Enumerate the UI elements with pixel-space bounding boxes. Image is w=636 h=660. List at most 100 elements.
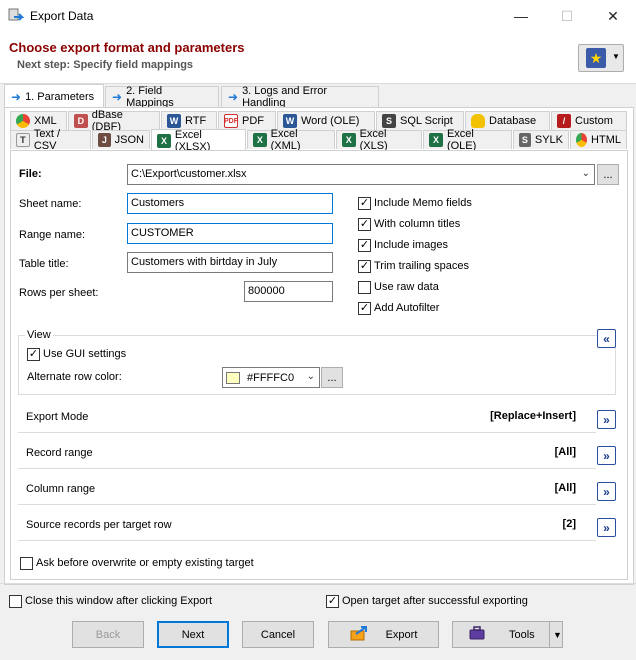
tab-rtf[interactable]: W RTF	[161, 111, 217, 130]
tab-excel-ole[interactable]: X Excel (OLE)	[423, 128, 512, 152]
split-divider	[549, 622, 550, 647]
tab-parameters[interactable]: ➜ 1. Parameters	[4, 84, 104, 108]
color-swatch	[226, 371, 240, 384]
double-chevron-right-icon: »	[603, 520, 610, 535]
browse-file-button[interactable]: ...	[597, 164, 619, 185]
favorites-button[interactable]: ★ ▼	[578, 44, 624, 72]
file-label: File:	[19, 168, 42, 180]
open-target-checkbox[interactable]: ✓ Open target after successful exporting	[326, 593, 528, 609]
json-icon: J	[98, 133, 111, 147]
minimize-button[interactable]: —	[498, 0, 544, 32]
word-icon: W	[167, 114, 181, 128]
collapse-view-button[interactable]: «	[597, 329, 616, 348]
excel-icon: X	[253, 133, 267, 147]
export-mode-value: [Replace+Insert]	[490, 410, 576, 422]
tab-html[interactable]: HTML	[570, 130, 627, 149]
ask-overwrite-checkbox[interactable]: Ask before overwrite or empty existing t…	[20, 555, 254, 571]
range-name-input[interactable]: CUSTOMER	[127, 223, 333, 244]
tab-field-mappings[interactable]: ➜ 2. Field Mappings	[105, 85, 219, 109]
header-title: Choose export format and parameters	[9, 40, 245, 55]
tab-json[interactable]: J JSON	[92, 130, 150, 149]
record-range-label: Record range	[26, 447, 93, 459]
file-path-combo[interactable]: C:\Export\customer.xlsx ⌄	[127, 164, 595, 185]
close-button[interactable]: ✕	[590, 0, 636, 32]
chevron-down-icon: ⌄	[581, 168, 590, 179]
arrow-right-icon: ➜	[112, 90, 123, 104]
close-after-export-checkbox[interactable]: Close this window after clicking Export	[9, 593, 212, 609]
raw-data-checkbox[interactable]: Use raw data	[358, 279, 439, 295]
alternate-row-color-combo[interactable]: #FFFFC0 ⌄	[222, 367, 320, 388]
toolbox-icon	[469, 626, 485, 643]
table-title-label: Table title:	[19, 258, 69, 270]
column-titles-checkbox[interactable]: ✓ With column titles	[358, 216, 460, 232]
autofilter-checkbox[interactable]: ✓ Add Autofilter	[358, 300, 439, 316]
arrow-right-icon: ➜	[11, 89, 22, 104]
export-mode-divider	[18, 432, 596, 433]
window-title: Export Data	[30, 9, 94, 23]
back-button[interactable]: Back	[72, 621, 144, 648]
range-name-label: Range name:	[19, 229, 86, 241]
include-memo-checkbox[interactable]: ✓ Include Memo fields	[358, 195, 472, 211]
source-records-label: Source records per target row	[26, 519, 172, 531]
check-icon: ✓	[326, 594, 339, 608]
word-icon: W	[283, 114, 297, 128]
expand-column-range-button[interactable]: »	[597, 482, 616, 501]
export-icon	[350, 625, 368, 644]
maximize-button[interactable]: ☐	[544, 0, 590, 32]
record-range-divider	[18, 468, 596, 469]
arrow-right-icon: ➜	[228, 90, 239, 104]
tools-button[interactable]: Tools ▼	[452, 621, 563, 648]
column-range-divider	[18, 504, 596, 505]
next-button[interactable]: Next	[157, 621, 229, 648]
tab-excel-xls[interactable]: X Excel (XLS)	[336, 128, 422, 152]
excel-icon: X	[429, 133, 443, 147]
use-gui-settings-checkbox[interactable]: ✓ Use GUI settings	[27, 346, 126, 362]
pick-color-button[interactable]: ...	[321, 367, 343, 388]
minimize-icon: —	[514, 8, 528, 24]
rows-per-sheet-label: Rows per sheet:	[19, 287, 99, 299]
expand-source-records-button[interactable]: »	[597, 518, 616, 537]
text-icon: T	[16, 133, 30, 147]
column-range-label: Column range	[26, 483, 96, 495]
chevron-down-icon: ▼	[612, 52, 620, 61]
pdf-icon: PDF	[224, 114, 238, 128]
tab-excel-xlsx[interactable]: X Excel (XLSX)	[151, 129, 246, 153]
chevron-down-icon[interactable]: ▼	[553, 630, 562, 640]
export-button[interactable]: Export	[328, 621, 439, 648]
sheet-name-input[interactable]: Customers	[127, 193, 333, 214]
alternate-row-color-label: Alternate row color:	[27, 371, 122, 383]
check-icon: ✓	[358, 259, 371, 273]
double-chevron-right-icon: »	[603, 448, 610, 463]
rows-per-sheet-input[interactable]: 800000	[244, 281, 333, 302]
sylk-icon: S	[519, 133, 531, 147]
column-range-value: [All]	[554, 482, 576, 494]
tab-pdf[interactable]: PDF PDF	[218, 111, 276, 130]
double-chevron-right-icon: »	[603, 412, 610, 427]
star-icon: ★	[586, 48, 606, 68]
check-icon: ✓	[358, 238, 371, 252]
excel-icon: X	[342, 133, 356, 147]
tab-logs-error-handling[interactable]: ➜ 3. Logs and Error Handling	[221, 85, 379, 109]
expand-export-mode-button[interactable]: »	[597, 410, 616, 429]
include-images-checkbox[interactable]: ✓ Include images	[358, 237, 448, 253]
chrome-icon	[16, 114, 30, 128]
table-title-input[interactable]: Customers with birtday in July	[127, 252, 333, 273]
double-chevron-left-icon: «	[603, 331, 610, 346]
tab-custom[interactable]: / Custom	[551, 111, 627, 130]
excel-icon: X	[157, 133, 171, 148]
check-icon: ✓	[27, 347, 40, 361]
tab-text-csv[interactable]: T Text / CSV	[10, 128, 91, 152]
custom-icon: /	[557, 114, 571, 128]
expand-record-range-button[interactable]: »	[597, 446, 616, 465]
trim-spaces-checkbox[interactable]: ✓ Trim trailing spaces	[358, 258, 469, 274]
cancel-button[interactable]: Cancel	[242, 621, 314, 648]
check-icon: ✓	[358, 301, 371, 315]
tab-sylk[interactable]: S SYLK	[513, 130, 569, 149]
footer-divider	[0, 583, 636, 584]
sql-icon: S	[382, 114, 396, 128]
chevron-down-icon: ⌄	[306, 371, 315, 382]
tab-excel-xml[interactable]: X Excel (XML)	[247, 128, 335, 152]
header-subtitle: Next step: Specify field mappings	[17, 59, 194, 71]
source-records-value: [2]	[562, 518, 576, 530]
double-chevron-right-icon: »	[603, 484, 610, 499]
